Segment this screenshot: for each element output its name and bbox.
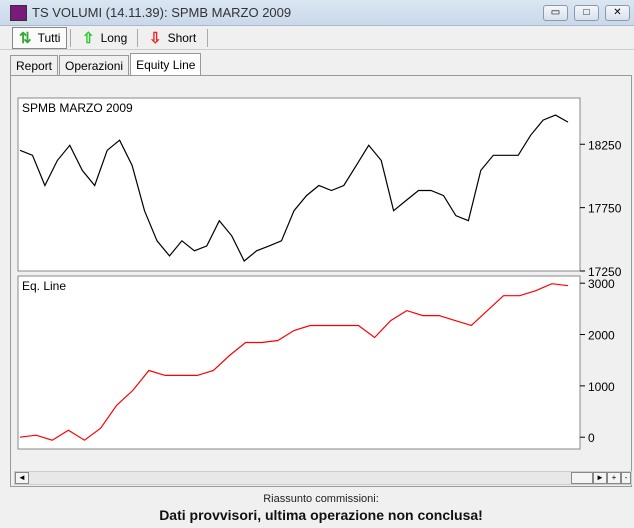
- plot-area: [17, 97, 581, 272]
- chart-title: Eq. Line: [22, 279, 66, 293]
- chart-0: SPMB MARZO 2009172501775018250: [17, 97, 622, 279]
- status-message: Dati provvisori, ultima operazione non c…: [159, 507, 483, 523]
- scroll-right-button[interactable]: ►: [593, 472, 607, 484]
- horizontal-scrollbar[interactable]: ◄ ► + -: [14, 471, 632, 485]
- scroll-thumb[interactable]: [571, 472, 593, 484]
- y-tick-label: 3000: [588, 277, 615, 291]
- scroll-left-button[interactable]: ◄: [15, 472, 29, 484]
- chart-1: Eq. Line 0 1000 2000 3000: [17, 275, 615, 450]
- y-tick-label: 1000: [588, 380, 615, 394]
- plot-area: [17, 275, 581, 450]
- y-tick-label: 17750: [588, 202, 622, 216]
- y-tick-label: 2000: [588, 329, 615, 343]
- y-tick-label: 0: [588, 431, 595, 445]
- footer: Riassunto commissioni: Dati provvisori, …: [8, 490, 634, 528]
- charts: SPMB MARZO 2009172501775018250Eq. Line01…: [17, 97, 622, 450]
- y-tick-label: 18250: [588, 138, 622, 152]
- zoom-out-button[interactable]: -: [621, 472, 631, 484]
- zoom-in-button[interactable]: +: [607, 472, 621, 484]
- commission-summary-label: Riassunto commissioni:: [263, 493, 379, 505]
- chart-title: SPMB MARZO 2009: [22, 101, 133, 115]
